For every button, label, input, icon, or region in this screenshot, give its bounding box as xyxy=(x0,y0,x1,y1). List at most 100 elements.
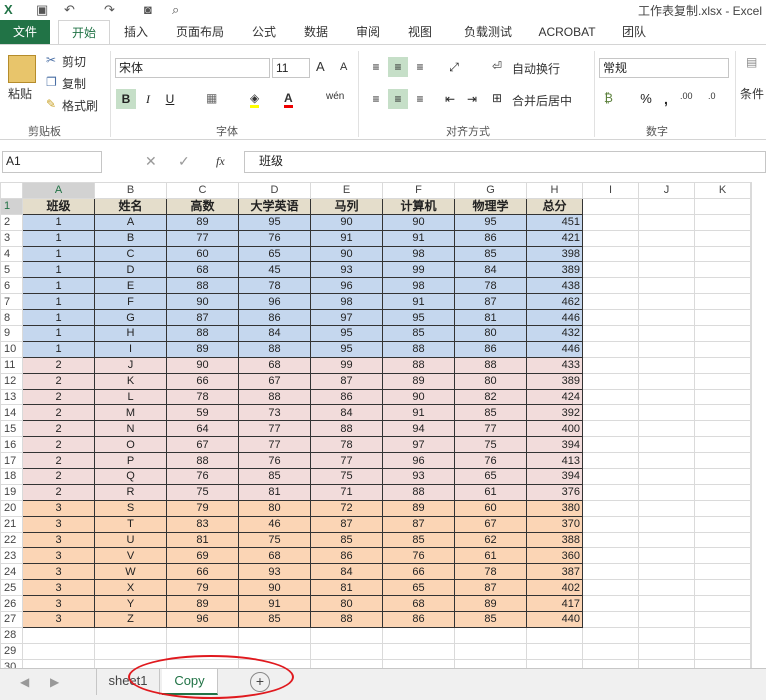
data-cell[interactable]: 84 xyxy=(310,563,383,581)
empty-cell[interactable] xyxy=(694,213,751,231)
empty-cell[interactable] xyxy=(750,340,752,358)
italic-button[interactable]: I xyxy=(138,89,158,109)
data-cell[interactable]: Y xyxy=(94,595,167,613)
empty-cell[interactable] xyxy=(750,325,752,342)
empty-cell[interactable] xyxy=(582,468,639,485)
empty-cell[interactable] xyxy=(582,483,639,501)
data-cell[interactable]: F xyxy=(94,293,167,311)
empty-cell[interactable] xyxy=(750,595,752,613)
data-cell[interactable]: 62 xyxy=(454,531,527,549)
data-cell[interactable]: 93 xyxy=(382,468,455,485)
data-cell[interactable]: 91 xyxy=(310,229,383,247)
tab-load-test[interactable]: 负载测试 xyxy=(456,20,520,45)
data-cell[interactable]: 438 xyxy=(526,277,583,295)
data-cell[interactable]: 85 xyxy=(382,325,455,342)
conditional-format-button[interactable]: 条件 xyxy=(740,85,764,102)
data-cell[interactable]: 88 xyxy=(382,340,455,358)
empty-cell[interactable] xyxy=(750,356,752,374)
data-cell[interactable]: 68 xyxy=(166,261,239,279)
data-cell[interactable]: 84 xyxy=(310,404,383,422)
header-cell[interactable]: 计算机 xyxy=(382,197,455,215)
data-cell[interactable]: G xyxy=(94,309,167,327)
empty-cell[interactable] xyxy=(638,261,695,279)
data-cell[interactable]: 80 xyxy=(310,595,383,613)
data-cell[interactable]: 87 xyxy=(382,515,455,533)
data-cell[interactable]: 75 xyxy=(310,468,383,485)
empty-cell[interactable] xyxy=(694,245,751,263)
data-cell[interactable]: 68 xyxy=(238,356,311,374)
empty-cell[interactable] xyxy=(750,642,752,660)
empty-cell[interactable] xyxy=(638,372,695,390)
column-header[interactable]: F xyxy=(382,182,455,199)
empty-cell[interactable] xyxy=(582,515,639,533)
copy-button[interactable]: 复制 xyxy=(62,75,86,92)
empty-cell[interactable] xyxy=(582,579,639,597)
empty-cell[interactable] xyxy=(694,356,751,374)
empty-cell[interactable] xyxy=(582,595,639,613)
increase-decimal-icon[interactable]: .00 xyxy=(680,91,693,101)
empty-cell[interactable] xyxy=(694,515,751,533)
increase-indent-icon[interactable]: ⇥ xyxy=(462,89,482,109)
data-cell[interactable]: 87 xyxy=(310,372,383,390)
scroll-right-icon[interactable]: ▶ xyxy=(50,675,59,689)
data-cell[interactable]: 88 xyxy=(166,277,239,295)
data-cell[interactable]: 95 xyxy=(238,213,311,231)
empty-cell[interactable] xyxy=(582,531,639,549)
empty-cell[interactable] xyxy=(638,483,695,501)
data-cell[interactable]: 68 xyxy=(382,595,455,613)
data-cell[interactable]: 81 xyxy=(310,579,383,597)
header-cell[interactable]: 大学英语 xyxy=(238,197,311,215)
tab-insert[interactable]: 插入 xyxy=(116,20,156,45)
data-cell[interactable]: 46 xyxy=(238,515,311,533)
empty-cell[interactable] xyxy=(750,229,752,247)
data-cell[interactable]: 360 xyxy=(526,547,583,565)
data-cell[interactable]: 90 xyxy=(382,388,455,406)
data-cell[interactable]: 2 xyxy=(22,436,95,454)
data-cell[interactable]: R xyxy=(94,483,167,501)
data-cell[interactable]: 67 xyxy=(454,515,527,533)
empty-cell[interactable] xyxy=(454,642,527,660)
empty-cell[interactable] xyxy=(638,611,695,628)
empty-cell[interactable] xyxy=(582,452,639,470)
row-header[interactable]: 3 xyxy=(0,229,23,247)
data-cell[interactable]: 99 xyxy=(310,356,383,374)
empty-cell[interactable] xyxy=(638,245,695,263)
data-cell[interactable]: 96 xyxy=(310,277,383,295)
data-cell[interactable]: 78 xyxy=(310,436,383,454)
data-cell[interactable]: 90 xyxy=(310,213,383,231)
data-cell[interactable]: Z xyxy=(94,611,167,628)
data-cell[interactable]: 85 xyxy=(310,531,383,549)
empty-cell[interactable] xyxy=(694,642,751,660)
font-size-select[interactable]: 11 xyxy=(272,58,310,78)
row-header[interactable]: 2 xyxy=(0,213,23,231)
data-cell[interactable]: 389 xyxy=(526,261,583,279)
empty-cell[interactable] xyxy=(582,547,639,565)
font-color-icon[interactable]: A xyxy=(284,91,293,108)
align-center-icon[interactable]: ≡ xyxy=(388,89,408,109)
empty-cell[interactable] xyxy=(750,452,752,470)
header-cell[interactable]: 总分 xyxy=(526,197,583,215)
tab-formulas[interactable]: 公式 xyxy=(244,20,284,45)
data-cell[interactable]: 99 xyxy=(382,261,455,279)
column-header[interactable]: A xyxy=(22,182,95,199)
header-cell[interactable]: 物理学 xyxy=(454,197,527,215)
header-cell[interactable]: 高数 xyxy=(166,197,239,215)
comma-button[interactable]: , xyxy=(656,89,676,109)
bold-button[interactable]: B xyxy=(116,89,136,109)
empty-cell[interactable] xyxy=(638,515,695,533)
data-cell[interactable]: 1 xyxy=(22,229,95,247)
header-cell[interactable]: 马列 xyxy=(310,197,383,215)
empty-cell[interactable] xyxy=(694,658,751,668)
data-cell[interactable]: 97 xyxy=(382,436,455,454)
data-cell[interactable]: 462 xyxy=(526,293,583,311)
column-header[interactable]: K xyxy=(694,182,751,199)
data-cell[interactable]: 380 xyxy=(526,499,583,517)
data-cell[interactable]: 424 xyxy=(526,388,583,406)
data-cell[interactable]: 93 xyxy=(310,261,383,279)
empty-cell[interactable] xyxy=(582,229,639,247)
empty-cell[interactable] xyxy=(582,197,639,215)
data-cell[interactable]: 2 xyxy=(22,452,95,470)
font-shrink-icon[interactable]: A xyxy=(340,61,347,73)
data-cell[interactable]: 2 xyxy=(22,404,95,422)
empty-cell[interactable] xyxy=(750,611,752,628)
